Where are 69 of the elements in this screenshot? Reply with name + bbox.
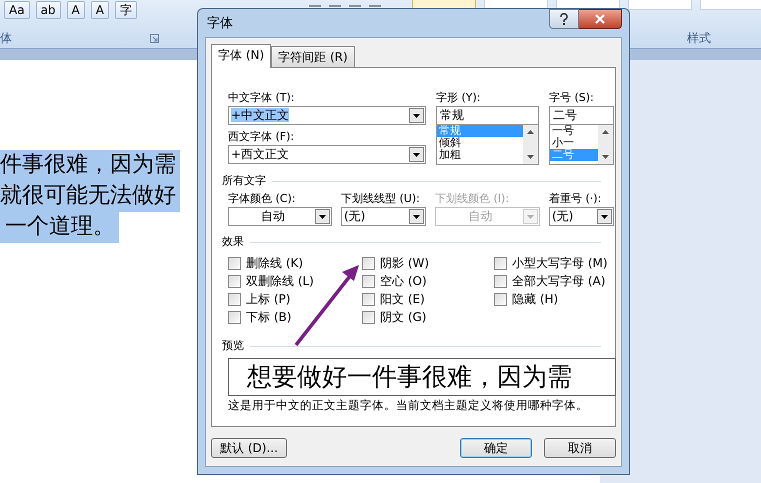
checkbox[interactable] [362, 292, 375, 306]
checkbox-label: 下标 (B) [246, 308, 292, 326]
checkbox-label: 阴文 (G) [380, 308, 426, 326]
group-label: 体 [0, 30, 12, 47]
checkbox-label: 上标 (P) [246, 290, 290, 308]
checkbox[interactable] [228, 274, 241, 288]
list-option[interactable]: 倾斜 [437, 137, 523, 149]
checkbox-label: 删除线 (K) [246, 254, 304, 272]
group-label: 样式 [687, 30, 711, 47]
dropdown[interactable]: 自动 [228, 207, 332, 226]
dialog-launcher-icon[interactable] [150, 34, 159, 43]
checkbox[interactable] [494, 256, 507, 270]
list-option[interactable]: 小一 [550, 137, 598, 149]
close-icon [594, 14, 606, 24]
section-heading: 效果 [222, 234, 244, 250]
tab[interactable]: 字体 (N) [211, 44, 272, 68]
field-label: 字体颜色 (C): [228, 191, 296, 207]
document-text: 一个道理。 [0, 212, 119, 243]
dropdown[interactable]: +中文正文 [228, 106, 426, 125]
section-heading: 预览 [222, 338, 244, 354]
checkbox-label: 隐藏 (H) [512, 290, 558, 308]
field-label: 中文字体 (T): [228, 90, 296, 106]
dialog-button[interactable]: 确定 [460, 438, 532, 458]
checkbox[interactable] [362, 310, 375, 324]
dialog-button[interactable]: 默认 (D)... [211, 438, 287, 458]
field-label: 字号 (S): [549, 90, 595, 106]
document-text: 就很可能无法做好 [0, 181, 180, 212]
font-tool-button[interactable]: ab [36, 1, 61, 19]
field-label: 着重号 (·): [549, 191, 602, 207]
input-field[interactable]: 二号 [549, 106, 614, 125]
checkbox-label: 双删除线 (L) [246, 272, 314, 290]
checkbox[interactable] [362, 256, 375, 270]
field-label: 字形 (Y): [436, 90, 482, 106]
checkbox-label: 小型大写字母 (M) [512, 254, 608, 272]
list-option[interactable]: 加粗 [437, 149, 523, 161]
list-option[interactable]: 一号 [550, 125, 598, 137]
section-heading: 所有文字 [222, 173, 266, 189]
help-icon [560, 13, 568, 25]
font-tool-button[interactable]: 字 [114, 1, 137, 19]
dropdown[interactable]: (无) [341, 207, 426, 226]
scrollbar-icon[interactable] [523, 125, 538, 164]
checkbox-label: 空心 (O) [380, 272, 427, 290]
font-tool-button[interactable]: A [66, 1, 85, 19]
checkbox[interactable] [494, 274, 507, 288]
font-tool-button[interactable]: A [90, 1, 109, 19]
dialog-button[interactable]: 取消 [544, 438, 616, 458]
dropdown[interactable]: (无) [549, 207, 614, 226]
checkbox[interactable] [228, 310, 241, 324]
checkbox-label: 全部大写字母 (A) [512, 272, 606, 290]
window-title: 字体 [206, 15, 233, 32]
checkbox-label: 阴影 (W) [380, 254, 430, 272]
dropdown[interactable]: +西文正文 [228, 145, 426, 164]
preview-text: 想要做好一件事很难，因为需 [228, 358, 616, 396]
checkbox[interactable] [362, 274, 375, 288]
checkbox[interactable] [228, 292, 241, 306]
tab[interactable]: 字符间距 (R) [271, 46, 355, 67]
input-field[interactable]: 常规 [436, 106, 539, 125]
field-label: 下划线线型 (U): [341, 191, 421, 207]
scrollbar-icon[interactable] [598, 125, 613, 164]
preview-note: 这是用于中文的正文主题字体。当前文档主题定义将使用哪种字体。 [228, 398, 589, 413]
help-button[interactable] [549, 9, 579, 29]
font-tool-button[interactable]: Aa [4, 1, 30, 19]
checkbox[interactable] [494, 292, 507, 306]
checkbox-label: 阳文 (E) [380, 290, 425, 308]
field-label: 西文字体 (F): [228, 129, 296, 145]
close-button[interactable] [579, 9, 622, 29]
field-label: 下划线颜色 (I): [435, 191, 510, 207]
checkbox[interactable] [228, 256, 241, 270]
document-text: 件事很难，因为需 [0, 150, 180, 181]
